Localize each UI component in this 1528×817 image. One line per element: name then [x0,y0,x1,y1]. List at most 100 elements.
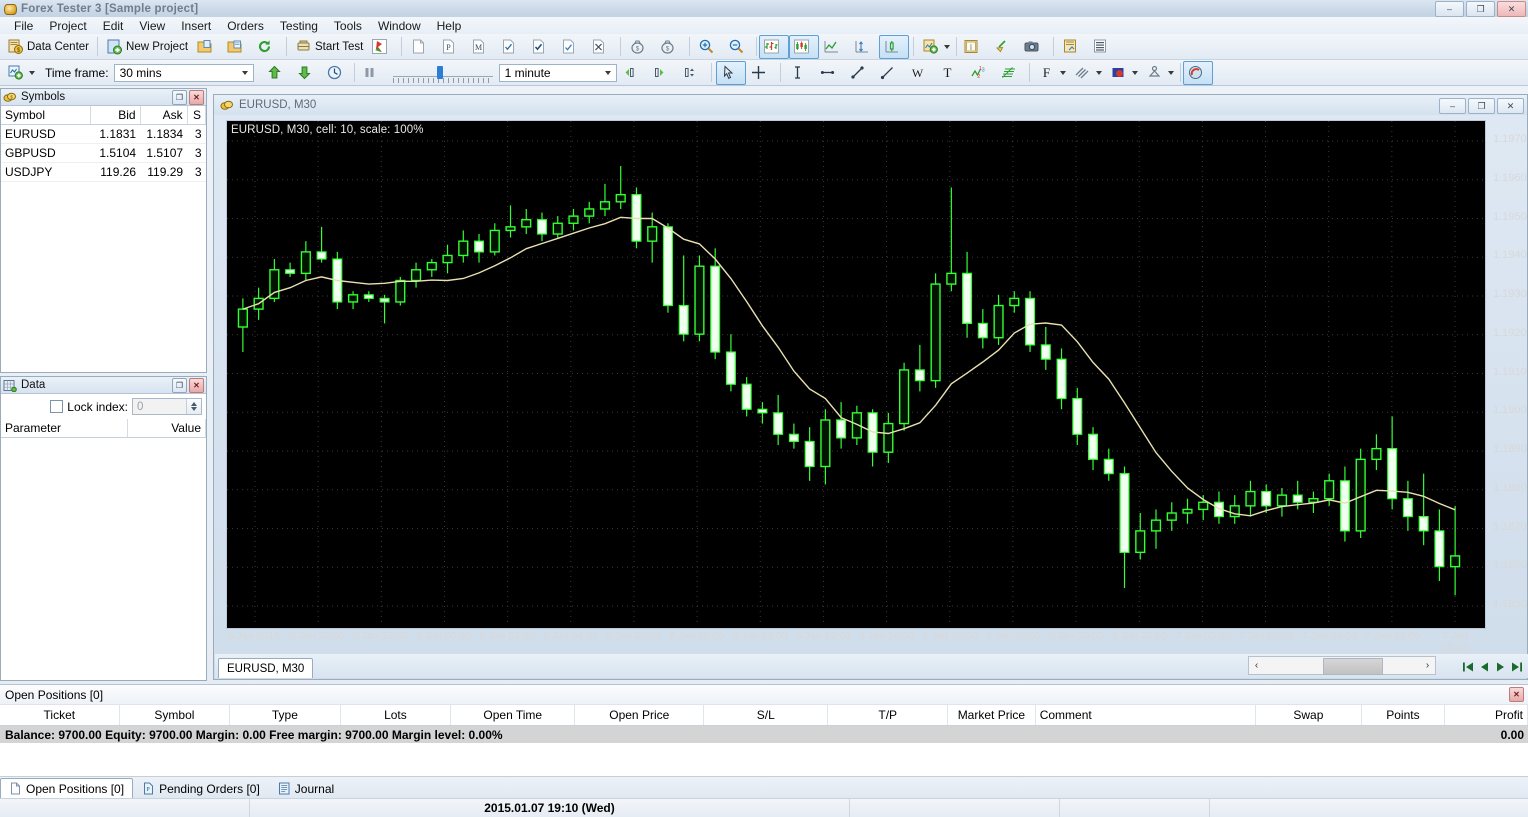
speed-slider-thumb[interactable] [436,65,443,79]
run-fast-button[interactable] [367,35,397,59]
open-positions-column-symbol[interactable]: Symbol [120,705,231,725]
lock-index-spin-buttons[interactable] [186,399,201,414]
vertical-line-tool-button[interactable] [785,61,815,85]
delete-page-button[interactable] [586,35,616,59]
ray-tool-button[interactable] [875,61,905,85]
step-next-button[interactable] [647,61,677,85]
timeframe-down-button[interactable] [292,61,322,85]
nav-next-icon[interactable] [1493,659,1508,675]
crosshair-tool-button[interactable] [746,61,776,85]
table-row[interactable]: GBPUSD 1.5104 1.5107 3 [1,143,206,163]
scale-fix-button[interactable] [849,35,879,59]
open-positions-column-profit[interactable]: Profit [1445,705,1528,725]
open-positions-column-comment[interactable]: Comment [1036,705,1256,725]
menu-edit[interactable]: Edit [95,18,132,34]
nav-last-icon[interactable] [1509,659,1524,675]
column-symbol[interactable]: Symbol [1,106,92,125]
trendline-tool-button[interactable] [845,61,875,85]
timeframe-up-button[interactable] [262,61,292,85]
data-panel-close-button[interactable]: ✕ [189,377,204,393]
column-parameter[interactable]: Parameter [1,419,129,438]
open-positions-column-open-price[interactable]: Open Price [575,705,705,725]
column-ask[interactable]: Ask [140,106,188,125]
open-project-button[interactable] [192,35,222,59]
scroll-left-icon[interactable]: ‹ [1249,658,1264,673]
table-row[interactable]: EURUSD 1.1831 1.1834 3 [1,124,206,144]
chart-horizontal-scrollbar[interactable]: ‹ › [1248,656,1436,675]
open-positions-column-t-p[interactable]: T/P [828,705,949,725]
tab-journal[interactable]: Journal [269,778,343,799]
open-positions-column-swap[interactable]: Swap [1256,705,1362,725]
scroll-thumb[interactable] [1323,658,1383,675]
data-panel-float-button[interactable]: ❐ [172,377,187,393]
templates-button[interactable] [1058,35,1088,59]
new-chart-window-button[interactable] [3,61,39,85]
open-positions-column-points[interactable]: Points [1362,705,1445,725]
column-value[interactable]: Value [127,419,206,438]
save-project-button[interactable] [222,35,252,59]
open-positions-column-lots[interactable]: Lots [341,705,452,725]
chart-tab-eurusd[interactable]: EURUSD, M30 [218,658,314,678]
cursor-tool-button[interactable] [715,60,746,85]
wave-count-tool-button[interactable]: 1 3 2 [965,61,995,85]
step-size-button[interactable] [677,61,707,85]
sell-order-button[interactable]: $ [655,35,685,59]
column-bid[interactable]: Bid [90,106,141,125]
table-row[interactable]: USDJPY 119.26 119.29 3 [1,162,206,182]
menu-insert[interactable]: Insert [173,18,219,34]
screenshot-button[interactable] [1019,35,1049,59]
column-spread[interactable]: S [187,106,207,125]
wave-tool-button[interactable]: W [905,61,935,85]
tab-open-positions[interactable]: Open Positions [0] [0,778,134,799]
open-positions-column-ticket[interactable]: Ticket [0,705,120,725]
menu-project[interactable]: Project [41,18,94,34]
chart-canvas[interactable]: EURUSD, M30, cell: 10, scale: 100% [226,120,1486,629]
zoom-in-button[interactable] [694,35,724,59]
profile-button[interactable]: P [436,35,466,59]
open-positions-column-s-l[interactable]: S/L [704,705,829,725]
window-close-button[interactable]: ✕ [1497,1,1526,17]
anchor-button[interactable] [1142,61,1178,85]
check-2-button[interactable] [526,35,556,59]
menu-window[interactable]: Window [370,18,429,34]
magnet-button[interactable] [1182,60,1213,85]
horizontal-line-tool-button[interactable] [815,61,845,85]
chart-close-button[interactable]: ✕ [1497,98,1524,114]
open-positions-column-market-price[interactable]: Market Price [948,705,1036,725]
buy-order-button[interactable]: $ [625,35,655,59]
zoom-out-button[interactable] [724,35,754,59]
nav-first-icon[interactable] [1461,659,1476,675]
symbols-panel-float-button[interactable]: ❐ [172,89,187,105]
refresh-button[interactable] [252,35,282,59]
window-minimize-button[interactable]: – [1435,1,1464,17]
speed-select[interactable]: 1 minute [498,63,617,82]
tab-pending-orders[interactable]: P Pending Orders [0] [133,778,269,799]
line-chart-button[interactable] [819,35,849,59]
pause-button[interactable] [357,61,387,85]
add-indicator-button[interactable] [918,35,954,59]
scroll-track[interactable] [1264,658,1420,675]
candle-chart-button[interactable] [789,34,820,59]
open-positions-column-open-time[interactable]: Open Time [451,705,576,725]
clear-chart-button[interactable] [989,35,1019,59]
list-view-button[interactable] [1088,35,1118,59]
font-button[interactable]: F [1034,61,1070,85]
symbols-panel-close-button[interactable]: ✕ [189,89,204,105]
open-positions-close-button[interactable]: ✕ [1509,687,1524,702]
lock-index-checkbox[interactable] [50,400,64,413]
fibonacci-tool-button[interactable] [995,61,1025,85]
new-project-button[interactable]: New Project [102,35,192,59]
timeframe-select[interactable]: 30 mins [113,63,254,82]
check-3-button[interactable] [556,35,586,59]
nav-prev-icon[interactable] [1477,659,1492,675]
chart-restore-button[interactable]: ❐ [1468,98,1495,114]
properties-button[interactable]: i [959,35,989,59]
step-prev-button[interactable] [617,61,647,85]
time-settings-button[interactable] [322,61,352,85]
line-style-button[interactable] [1070,61,1106,85]
lock-index-stepper[interactable]: 0 [132,398,202,415]
menu-orders[interactable]: Orders [219,18,272,34]
start-test-button[interactable]: Start Test [291,35,367,59]
text-tool-button[interactable]: T [935,61,965,85]
data-center-button[interactable]: $ Data Center [3,35,93,59]
